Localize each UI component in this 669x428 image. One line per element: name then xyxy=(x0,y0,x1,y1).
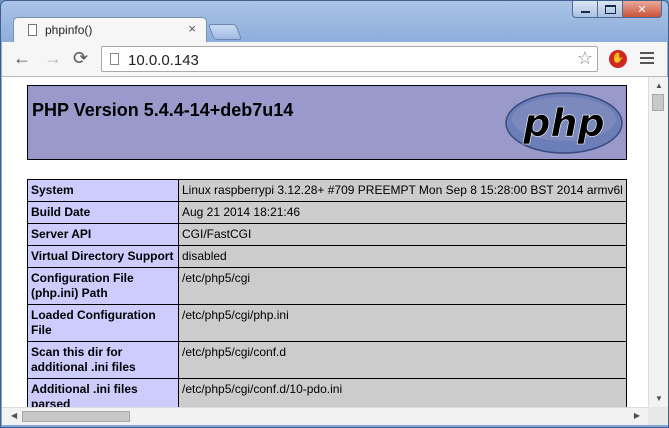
scroll-left-icon[interactable]: ◀ xyxy=(11,411,17,420)
row-key: Build Date xyxy=(27,201,179,224)
scroll-right-icon[interactable]: ▶ xyxy=(634,411,640,420)
forward-button[interactable]: → xyxy=(44,48,62,68)
tab-title: phpinfo() xyxy=(45,23,93,37)
bookmark-star-icon[interactable]: ☆ xyxy=(577,48,593,69)
address-bar[interactable]: 10.0.0.143 ☆ xyxy=(101,46,598,72)
reload-button[interactable]: ⟳ xyxy=(73,48,88,68)
row-value: Linux raspberrypi 3.12.28+ #709 PREEMPT … xyxy=(178,179,627,202)
row-key: Configuration File (php.ini) Path xyxy=(27,267,179,305)
maximize-button[interactable] xyxy=(597,1,623,18)
page-icon xyxy=(110,53,119,65)
minimize-icon xyxy=(580,10,590,13)
scroll-up-icon[interactable]: ▲ xyxy=(655,81,663,90)
row-key: Virtual Directory Support xyxy=(27,245,179,268)
maximize-icon xyxy=(604,4,616,14)
php-logo-text: php xyxy=(522,101,604,145)
window-controls: ✕ xyxy=(572,1,662,18)
close-window-button[interactable]: ✕ xyxy=(622,1,662,18)
info-table: System Linux raspberrypi 3.12.28+ #709 PR… xyxy=(27,179,627,407)
page-favicon-icon xyxy=(28,24,37,36)
table-row: Configuration File (php.ini) Path/etc/ph… xyxy=(27,267,627,305)
row-key: Loaded Configuration File xyxy=(27,304,179,342)
table-row: Scan this dir for additional .ini files /… xyxy=(27,341,627,379)
php-version-header: PHP Version 5.4.4-14+deb7u14 php xyxy=(27,85,627,160)
vertical-scroll-thumb[interactable] xyxy=(652,94,664,111)
close-icon: ✕ xyxy=(637,3,647,16)
adblock-icon[interactable]: ✋ xyxy=(609,50,627,68)
row-value: /etc/php5/cgi/php.ini xyxy=(178,304,627,342)
table-row: Build Date Aug 21 2014 18:21:46 xyxy=(27,201,627,224)
toolbar: ← → ⟳ 10.0.0.143 ☆ ✋ xyxy=(2,42,667,77)
page-viewport: PHP Version 5.4.4-14+deb7u14 php System L… xyxy=(2,77,648,407)
row-key: Additional .ini files parsed xyxy=(27,378,179,407)
tab-phpinfo[interactable]: phpinfo() × xyxy=(13,17,207,43)
scrollbar-corner xyxy=(648,407,668,425)
horizontal-scrollbar[interactable]: ◀ ▶ xyxy=(2,407,648,425)
row-value: CGI/FastCGI xyxy=(178,223,627,246)
tab-close-button[interactable]: × xyxy=(188,21,196,36)
minimize-button[interactable] xyxy=(572,1,598,18)
php-logo: php xyxy=(505,92,623,154)
scroll-down-icon[interactable]: ▼ xyxy=(655,394,663,403)
row-value: /etc/php5/cgi/conf.d xyxy=(178,341,627,379)
table-row: System Linux raspberrypi 3.12.28+ #709 PR… xyxy=(27,179,627,202)
table-row: Additional .ini files parsed/etc/php5/cg… xyxy=(27,378,627,407)
row-value: disabled xyxy=(178,245,627,268)
table-row: Loaded Configuration File/etc/php5/cgi/p… xyxy=(27,304,627,342)
url-text: 10.0.0.143 xyxy=(128,52,199,69)
row-key: Scan this dir for additional .ini files xyxy=(27,341,179,379)
browser-window: ✕ phpinfo() × ← → ⟳ 10.0.0.143 ☆ ✋ PHP V… xyxy=(0,0,669,428)
hamburger-menu-icon[interactable] xyxy=(640,52,654,67)
horizontal-scroll-thumb[interactable] xyxy=(22,411,130,422)
row-key: System xyxy=(27,179,179,202)
page-title: PHP Version 5.4.4-14+deb7u14 xyxy=(32,100,294,120)
phpinfo-page: PHP Version 5.4.4-14+deb7u14 php System L… xyxy=(27,85,627,407)
back-button[interactable]: ← xyxy=(13,48,31,68)
row-value: /etc/php5/cgi xyxy=(178,267,627,305)
row-value: Aug 21 2014 18:21:46 xyxy=(178,201,627,224)
row-value: /etc/php5/cgi/conf.d/10-pdo.ini xyxy=(178,378,627,407)
vertical-scrollbar[interactable]: ▲ ▼ xyxy=(648,77,668,407)
row-key: Server API xyxy=(27,223,179,246)
new-tab-button[interactable] xyxy=(207,24,243,40)
table-row: Server API CGI/FastCGI xyxy=(27,223,627,246)
table-row: Virtual Directory Support disabled xyxy=(27,245,627,268)
